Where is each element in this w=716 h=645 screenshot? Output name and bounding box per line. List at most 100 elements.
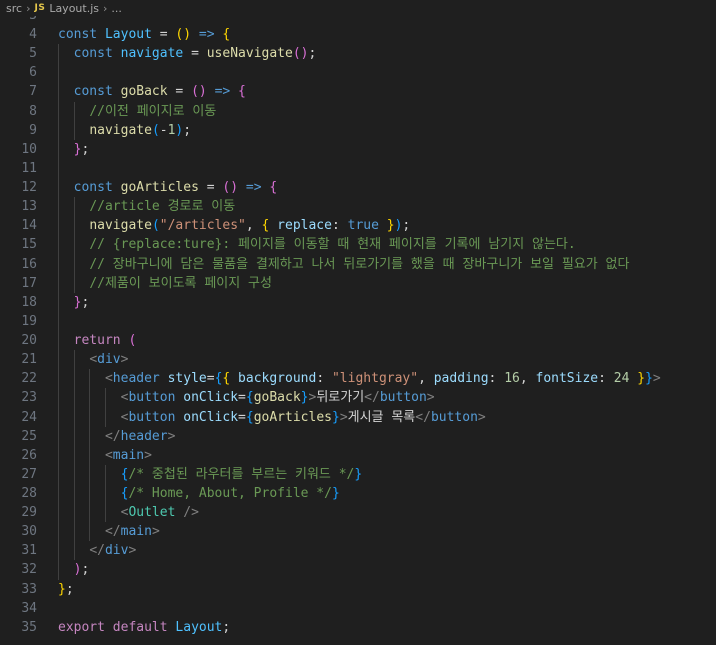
code-token: goBack: [120, 84, 168, 100]
code-line[interactable]: 17 //제품이 보이도록 페이지 구성: [0, 274, 716, 293]
code-token: }: [637, 371, 646, 387]
code-token: navigate: [89, 218, 152, 234]
code-token: =: [151, 27, 176, 43]
line-number: 34: [21, 600, 37, 616]
breadcrumb-folder-label: src: [6, 1, 23, 15]
code-line[interactable]: 7 const goBack = () => {: [0, 82, 716, 101]
code-line[interactable]: 4 const Layout = () => {: [0, 25, 716, 44]
code-token: :: [316, 371, 332, 387]
code-text: };: [58, 293, 90, 312]
code-token: button: [128, 390, 176, 406]
code-line[interactable]: 24 <button onClick={goArticles}>게시글 목록</…: [0, 408, 716, 427]
breadcrumb-more-label: ...: [111, 1, 122, 15]
indent-guide: [89, 369, 91, 542]
indent-guide: [58, 44, 59, 580]
code-line[interactable]: 13 //article 경로로 이동: [0, 197, 716, 216]
code-token: <: [104, 371, 113, 387]
code-token: }: [300, 390, 309, 406]
code-token: (): [175, 27, 192, 43]
code-line[interactable]: 8 //이전 페이지로 이동: [0, 102, 716, 121]
code-token: ,: [519, 371, 536, 387]
line-number: 35: [21, 619, 37, 635]
code-line[interactable]: 27 {/* 중첩된 라우터를 부르는 키워드 */}: [0, 465, 716, 484]
line-number: 21: [21, 352, 37, 368]
code-line[interactable]: 15 // {replace:ture}: 페이지를 이동할 때 현재 페이지를…: [0, 235, 716, 254]
code-token: "/articles": [159, 218, 246, 234]
code-token: //제품이 보이도록 페이지 구성: [89, 275, 272, 291]
code-token: >: [477, 409, 486, 425]
code-line[interactable]: 20 return (: [0, 331, 716, 350]
line-number: 3: [0, 16, 37, 25]
code-line[interactable]: 26 <main>: [0, 446, 716, 465]
code-token: >: [128, 543, 137, 559]
code-token: }: [331, 409, 340, 425]
code-line[interactable]: 18 };: [0, 293, 716, 312]
code-token: onClick: [183, 390, 239, 406]
code-text: navigate("/articles", { replace: true })…: [58, 216, 410, 235]
breadcrumb-file[interactable]: JS Layout.js: [34, 2, 99, 15]
line-number: 4: [29, 27, 37, 43]
code-text: // 장바구니에 담은 물품을 결제하고 나서 뒤로가기를 했을 때 장바구니가…: [58, 255, 629, 274]
code-editor[interactable]: 34const Layout = () => {5 const navigate…: [0, 16, 716, 645]
code-token: </: [415, 409, 431, 425]
code-line[interactable]: 10 };: [0, 140, 716, 159]
code-token: ;: [402, 218, 411, 234]
code-token: =>: [245, 180, 262, 196]
code-line[interactable]: 31 </div>: [0, 541, 716, 560]
code-token: >: [144, 447, 152, 463]
code-line[interactable]: 23 <button onClick={goBack}>뒤로가기</button…: [0, 388, 716, 407]
code-token: goArticles: [253, 409, 332, 425]
code-token: </: [89, 543, 105, 559]
code-line[interactable]: 9 navigate(-1);: [0, 121, 716, 140]
code-token: }: [354, 466, 363, 482]
code-line[interactable]: 29 <Outlet />: [0, 503, 716, 522]
line-number: 6: [29, 65, 37, 81]
code-line[interactable]: 19: [0, 312, 716, 331]
code-text: <button onClick={goArticles}>게시글 목록</but…: [58, 408, 486, 427]
code-line[interactable]: 25 </header>: [0, 427, 716, 446]
code-token: default: [112, 619, 168, 635]
code-token: ;: [65, 581, 74, 597]
code-token: {: [245, 409, 254, 425]
code-line[interactable]: 6: [0, 63, 716, 82]
code-line[interactable]: 3: [0, 16, 716, 25]
code-token: >: [426, 390, 435, 406]
code-text: };: [58, 140, 90, 159]
code-line[interactable]: 34: [0, 599, 716, 618]
code-line[interactable]: 5 const navigate = useNavigate();: [0, 44, 716, 63]
code-text: //article 경로로 이동: [58, 197, 235, 216]
breadcrumb-symbols[interactable]: ...: [111, 2, 122, 15]
code-token: useNavigate: [206, 46, 293, 62]
code-token: export: [58, 619, 105, 635]
code-token: </: [104, 524, 121, 540]
line-number: 16: [21, 256, 37, 272]
code-token: :: [488, 371, 505, 387]
code-line[interactable]: 33};: [0, 580, 716, 599]
line-number: 7: [29, 84, 37, 100]
code-token: goArticles: [120, 180, 199, 196]
line-number: 20: [21, 333, 37, 349]
code-text: {/* 중첩된 라우터를 부르는 키워드 */}: [58, 465, 363, 484]
code-line[interactable]: 12 const goArticles = () => {: [0, 178, 716, 197]
code-line[interactable]: 35 export default Layout;: [0, 618, 716, 637]
line-number: 23: [21, 390, 37, 406]
code-line[interactable]: 21 <div>: [0, 350, 716, 369]
code-token: const: [73, 180, 121, 196]
code-token: header: [120, 428, 168, 444]
code-token: (: [151, 122, 160, 138]
code-line[interactable]: 30 </main>: [0, 522, 716, 541]
code-line[interactable]: 16 // 장바구니에 담은 물품을 결제하고 나서 뒤로가기를 했을 때 장바…: [0, 255, 716, 274]
code-token: ;: [222, 619, 231, 635]
code-line[interactable]: 22 <header style={{ background: "lightgr…: [0, 369, 716, 388]
code-line[interactable]: 32 );: [0, 560, 716, 579]
code-line[interactable]: 28 {/* Home, About, Profile */}: [0, 484, 716, 503]
code-line[interactable]: 11: [0, 159, 716, 178]
code-line[interactable]: 14 navigate("/articles", { replace: true…: [0, 216, 716, 235]
code-token: >: [167, 428, 176, 444]
code-token: </: [104, 428, 121, 444]
code-token: replace: [277, 218, 332, 234]
breadcrumb-folder[interactable]: src: [6, 2, 22, 15]
indent-guide: [73, 197, 75, 293]
code-token: =: [183, 46, 207, 62]
